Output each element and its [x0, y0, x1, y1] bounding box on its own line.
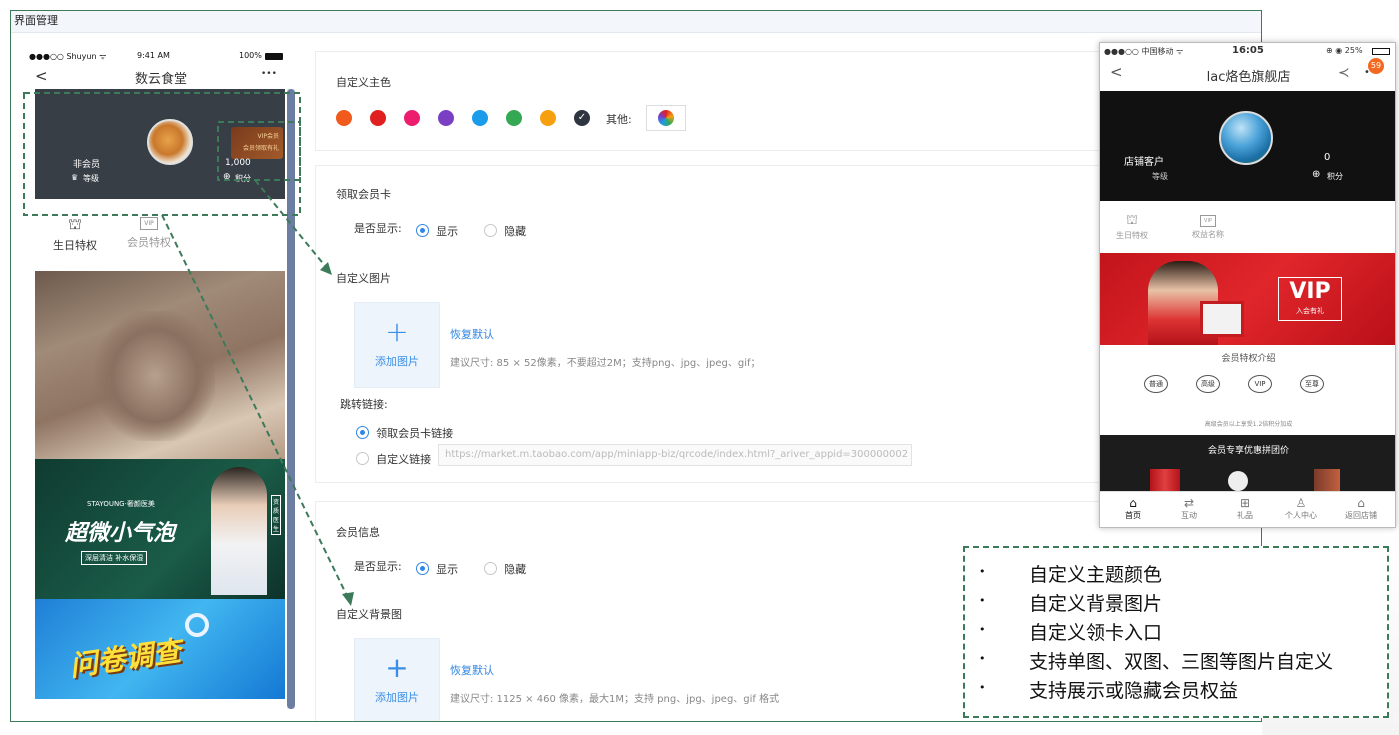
clock-text: 16:05	[1232, 45, 1264, 56]
bullet-icon: •	[979, 594, 986, 607]
bullet-icon: •	[979, 565, 986, 578]
tab-home[interactable]: ⌂ 首页	[1108, 496, 1158, 521]
bullet-icon: •	[979, 681, 986, 694]
deal-title: 会员专享优惠拼团价	[1207, 446, 1289, 456]
privilege-intro: 会员特权介绍 普通 高级 VIP 至尊 高级会员以上享受1.2倍积分加成	[1100, 345, 1395, 435]
tab-gift[interactable]: ⊞ 礼品	[1220, 496, 1270, 521]
points-icon: ⊕	[1312, 169, 1321, 180]
feature-text: 自定义背景图片	[1029, 593, 1163, 615]
vip-sub: 入会有礼	[1296, 307, 1324, 315]
privilege-label: 权益名称	[1192, 230, 1224, 239]
gift-box-image	[1200, 301, 1244, 337]
tier-advanced[interactable]: 高级	[1196, 375, 1220, 393]
intro-note: 高级会员以上享受1.2倍积分加成	[1204, 421, 1293, 428]
vip-banner[interactable]: VIP 入会有礼	[1100, 253, 1395, 345]
share-icon[interactable]: ≺	[1338, 65, 1350, 81]
intro-title: 会员特权介绍	[1221, 354, 1276, 364]
feature-text: 自定义领卡入口	[1029, 622, 1163, 644]
arrow-to-custom-bg	[161, 214, 351, 603]
points-value: 0	[1324, 152, 1331, 163]
store-icon: ⌂	[1357, 496, 1365, 510]
tier-vip[interactable]: VIP	[1248, 375, 1272, 393]
points-label: 积分	[1327, 172, 1343, 181]
privilege-member[interactable]: VIP 权益名称	[1186, 213, 1230, 240]
feature-text: 自定义主题颜色	[1029, 564, 1163, 586]
tab-label: 互动	[1181, 511, 1197, 520]
tier-supreme[interactable]: 至尊	[1300, 375, 1324, 393]
privilege-birthday[interactable]: ⛫ 生日特权	[1112, 213, 1152, 241]
privilege-row: ⛫ 生日特权 VIP 权益名称	[1100, 201, 1395, 253]
status-bar: ●●●○○ 中国移动 ᯤ 16:05 ⊕ ◉ 25%	[1100, 43, 1395, 59]
tab-label: 首页	[1125, 511, 1141, 520]
tab-label: 个人中心	[1285, 511, 1317, 520]
arrow-to-custom-image	[254, 179, 331, 273]
tab-label: 礼品	[1237, 511, 1253, 520]
bottom-tab-bar: ⌂ 首页 ⇄ 互动 ⊞ 礼品 ♙ 个人中心 ⌂ 返回店铺	[1100, 491, 1395, 527]
level-label: 等级	[1152, 172, 1168, 181]
vip-label-box: VIP 入会有礼	[1278, 277, 1342, 321]
product-image	[1314, 469, 1340, 491]
vip-title: VIP	[1289, 279, 1331, 304]
bullet-icon: •	[979, 652, 986, 665]
feature-text: 支持展示或隐藏会员权益	[1029, 680, 1239, 702]
tab-profile[interactable]: ♙ 个人中心	[1276, 496, 1326, 521]
battery-icon	[1372, 48, 1390, 55]
tab-back-store[interactable]: ⌂ 返回店铺	[1336, 496, 1386, 521]
arrowhead-icon	[320, 262, 332, 275]
highlight-member-card	[23, 92, 301, 216]
person-icon: ♙	[1295, 496, 1307, 510]
feature-list: • 自定义主题颜色 • 自定义背景图片 • 自定义领卡入口 • 支持单图、双图、三图等图…	[963, 546, 1389, 718]
highlight-vip-entry	[217, 121, 301, 181]
interact-icon: ⇄	[1183, 496, 1195, 510]
bullet-icon: •	[979, 623, 986, 636]
live-preview-phone: ●●●○○ 中国移动 ᯤ 16:05 ⊕ ◉ 25% < lac烙色旗舰店 ≺ …	[1099, 42, 1396, 528]
vip-card-icon: VIP	[1200, 215, 1216, 227]
lipstick-image	[1150, 469, 1180, 491]
member-status: 店铺客户	[1124, 157, 1164, 168]
shop-title: lac烙色旗舰店	[1206, 70, 1291, 85]
group-deal-section: 会员专享优惠拼团价	[1100, 435, 1395, 491]
tab-interact[interactable]: ⇄ 互动	[1164, 496, 1214, 521]
arrowhead-icon	[342, 592, 354, 606]
product-image	[1228, 471, 1248, 491]
gift-icon: ⊞	[1239, 496, 1251, 510]
nav-bar: < lac烙色旗舰店 ≺ ••• 59	[1100, 58, 1395, 91]
notification-badge: 59	[1368, 58, 1384, 74]
privilege-label: 生日特权	[1116, 231, 1148, 240]
member-card: 店铺客户 等级 0 ⊕ 积分	[1100, 91, 1395, 201]
tier-normal[interactable]: 普通	[1144, 375, 1168, 393]
tab-label: 返回店铺	[1345, 511, 1377, 520]
home-icon: ⌂	[1129, 496, 1137, 510]
avatar	[1219, 111, 1273, 165]
battery-text: ⊕ ◉ 25%	[1326, 46, 1363, 55]
cake-icon: ⛫	[1126, 213, 1138, 228]
feature-text: 支持单图、双图、三图等图片自定义	[1029, 651, 1334, 673]
carrier-text: ●●●○○ 中国移动 ᯤ	[1104, 47, 1184, 56]
